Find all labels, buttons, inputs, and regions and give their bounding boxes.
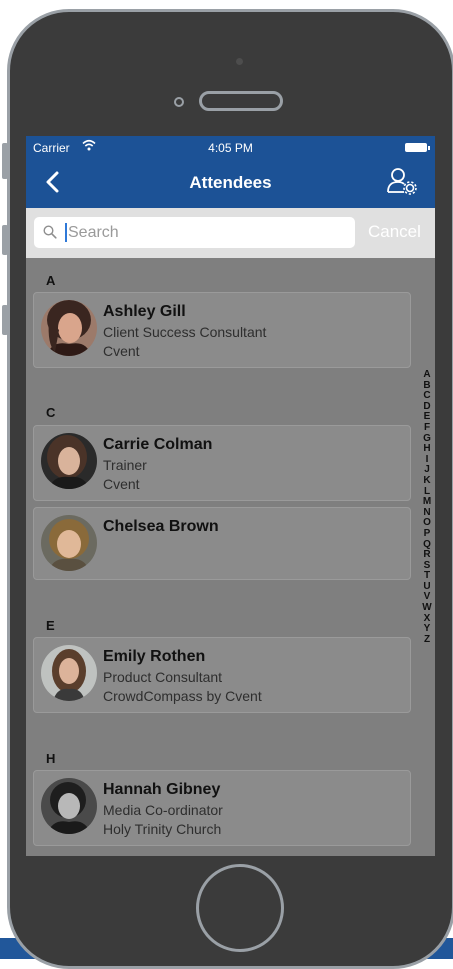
status-time: 4:05 PM bbox=[208, 141, 253, 155]
search-icon bbox=[43, 225, 57, 239]
attendee-company: Holy Trinity Church bbox=[103, 821, 222, 837]
volume-up-button bbox=[2, 225, 8, 255]
battery-icon bbox=[405, 143, 430, 152]
avatar-photo bbox=[41, 778, 97, 834]
avatar-photo bbox=[41, 645, 97, 701]
earpiece-speaker bbox=[199, 91, 283, 111]
page-title: Attendees bbox=[189, 173, 272, 192]
avatar-photo bbox=[41, 300, 97, 356]
section-header-e: E bbox=[46, 618, 55, 633]
attendee-company: CrowdCompass by Cvent bbox=[103, 688, 262, 704]
attendee-name: Chelsea Brown bbox=[103, 518, 219, 535]
attendee-title: Trainer bbox=[103, 457, 147, 473]
index-letter-p[interactable]: P bbox=[419, 528, 435, 540]
attendee-name: Ashley Gill bbox=[103, 303, 186, 320]
attendee-title: Client Success Consultant bbox=[103, 324, 267, 340]
attendee-title: Media Co-ordinator bbox=[103, 802, 223, 818]
avatar bbox=[41, 778, 97, 834]
section-header-h: H bbox=[46, 751, 56, 766]
mute-switch bbox=[2, 143, 8, 179]
attendee-company: Cvent bbox=[103, 343, 140, 359]
avatar-photo bbox=[41, 515, 97, 571]
phone-screen: Carrier 4:05 PM Attendees Search Cancel … bbox=[26, 136, 435, 856]
attendee-company: Cvent bbox=[103, 476, 140, 492]
attendee-card-hannah-gibney[interactable]: Hannah Gibney Media Co-ordinator Holy Tr… bbox=[33, 770, 411, 846]
navigation-header: Carrier 4:05 PM Attendees bbox=[26, 136, 435, 208]
attendee-card-emily-rothen[interactable]: Emily Rothen Product Consultant CrowdCom… bbox=[33, 637, 411, 713]
home-button[interactable] bbox=[196, 864, 284, 952]
cancel-button[interactable]: Cancel bbox=[368, 222, 421, 242]
attendee-name: Emily Rothen bbox=[103, 648, 206, 665]
avatar bbox=[41, 300, 97, 356]
attendee-card-ashley-gill[interactable]: Ashley Gill Client Success Consultant Cv… bbox=[33, 292, 411, 368]
index-letter-f[interactable]: F bbox=[419, 422, 435, 434]
attendee-settings-button[interactable] bbox=[386, 166, 420, 196]
section-header-c: C bbox=[46, 405, 56, 420]
attendee-card-carrie-colman[interactable]: Carrie Colman Trainer Cvent bbox=[33, 425, 411, 501]
attendee-name: Carrie Colman bbox=[103, 436, 213, 453]
avatar-photo bbox=[41, 433, 97, 489]
search-field[interactable] bbox=[34, 217, 355, 248]
volume-down-button bbox=[2, 305, 8, 335]
attendee-name: Hannah Gibney bbox=[103, 781, 221, 798]
avatar bbox=[41, 645, 97, 701]
search-bar: Cancel bbox=[26, 208, 435, 258]
index-letter-z[interactable]: Z bbox=[419, 634, 435, 646]
status-bar: Carrier 4:05 PM bbox=[26, 136, 435, 158]
front-camera bbox=[236, 58, 243, 65]
search-input[interactable] bbox=[68, 217, 348, 248]
section-header-a: A bbox=[46, 273, 56, 288]
proximity-sensor bbox=[174, 97, 184, 107]
text-cursor bbox=[65, 223, 67, 242]
avatar bbox=[41, 515, 97, 571]
attendee-card-chelsea-brown[interactable]: Chelsea Brown bbox=[33, 507, 411, 580]
avatar bbox=[41, 433, 97, 489]
index-letter-k[interactable]: K bbox=[419, 475, 435, 487]
index-letter-a[interactable]: A bbox=[419, 369, 435, 381]
alphabet-index[interactable]: ABCDEFGHIJKLMNOPQRSTUVWXYZ bbox=[419, 369, 435, 646]
user-gear-icon bbox=[387, 168, 417, 195]
attendee-title: Product Consultant bbox=[103, 669, 223, 685]
